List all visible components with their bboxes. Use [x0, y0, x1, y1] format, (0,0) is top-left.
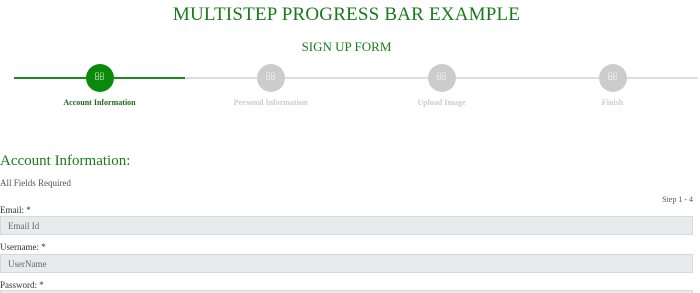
- email-label: Email: *: [0, 205, 31, 215]
- username-field[interactable]: [0, 254, 693, 273]
- check-icon: : [598, 64, 627, 92]
- page: MULTISTEP PROGRESS BAR EXAMPLE SIGN UP F…: [0, 0, 700, 293]
- user-icon: : [85, 64, 114, 92]
- section-title: Account Information:: [0, 153, 131, 169]
- multistep-progress-bar:  Account Information  Personal Informa…: [14, 64, 700, 114]
- page-title: MULTISTEP PROGRESS BAR EXAMPLE: [172, 4, 521, 25]
- step-finish[interactable]:  Finish: [527, 64, 698, 107]
- step-label: Finish: [601, 98, 624, 107]
- step-label: Upload Image: [417, 98, 466, 107]
- step-counter: Step 1 - 4: [662, 195, 693, 204]
- step-account-information[interactable]:  Account Information: [14, 64, 185, 107]
- step-personal-information[interactable]:  Personal Information: [185, 64, 356, 107]
- form-subtitle: SIGN UP FORM: [301, 39, 392, 54]
- id-card-icon: : [256, 64, 285, 92]
- email-field[interactable]: [0, 216, 693, 235]
- step-label: Account Information: [63, 98, 136, 107]
- image-icon: : [427, 64, 456, 92]
- required-note: All Fields Required: [0, 178, 71, 188]
- step-upload-image[interactable]:  Upload Image: [356, 64, 527, 107]
- username-label: Username: *: [0, 242, 46, 252]
- password-label: Password: *: [0, 280, 44, 290]
- step-label: Personal Information: [233, 98, 308, 107]
